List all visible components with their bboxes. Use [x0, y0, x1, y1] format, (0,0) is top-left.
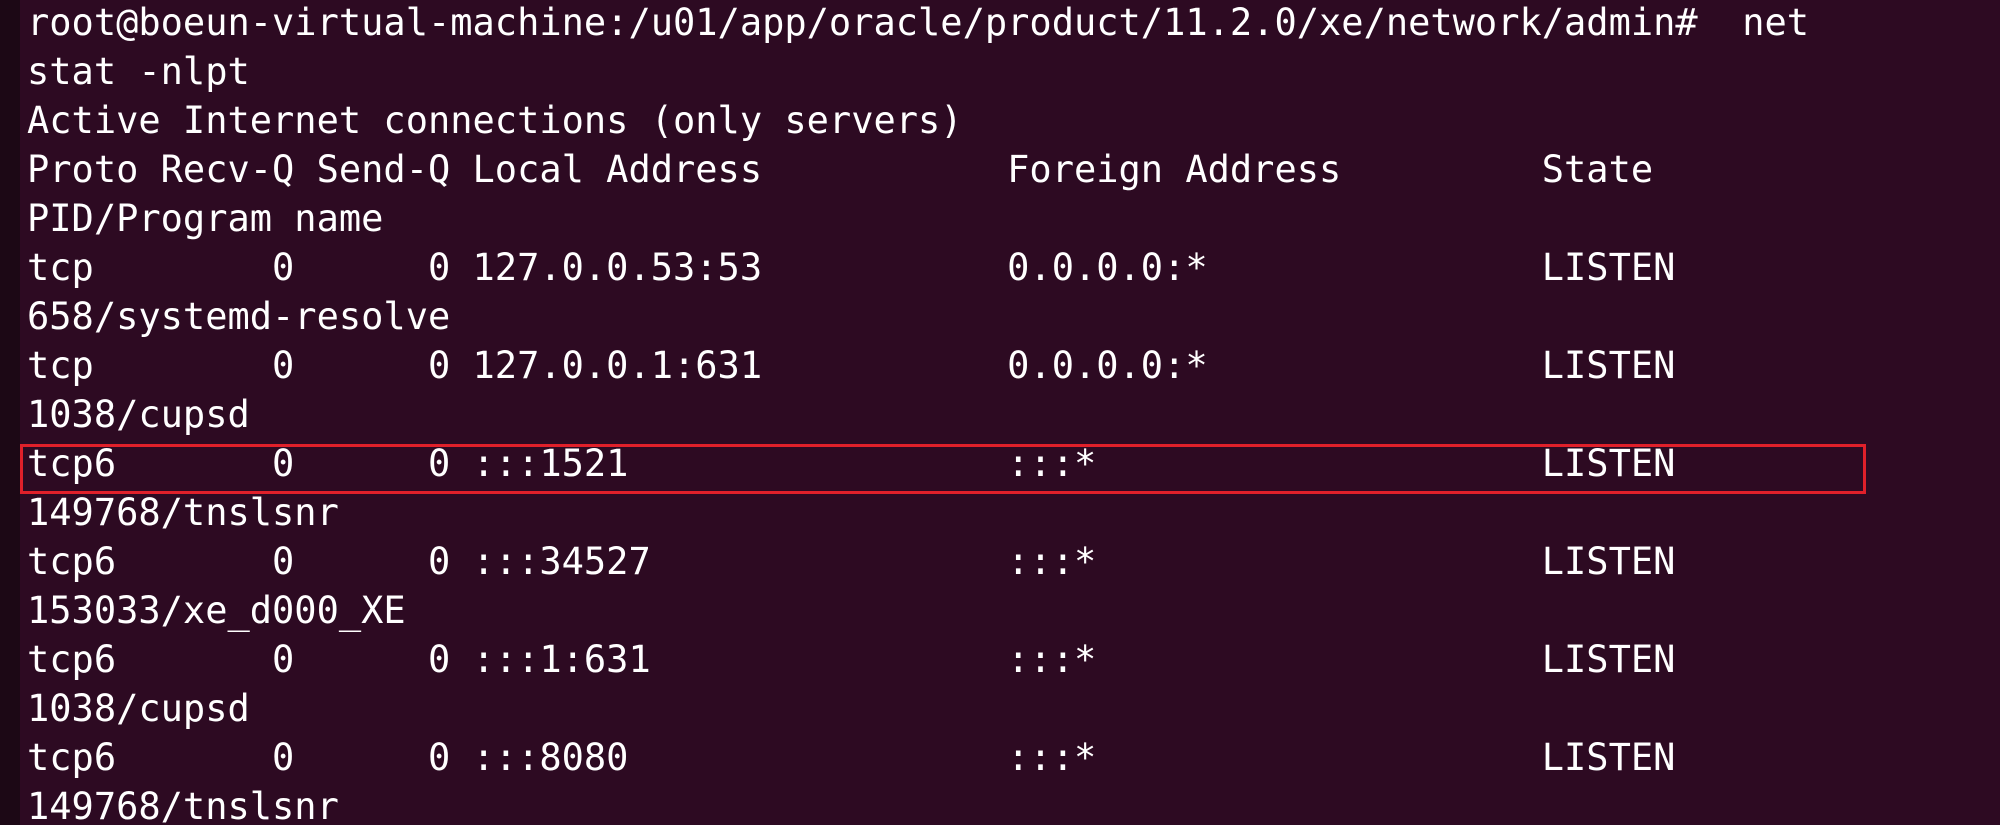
terminal-output[interactable]: root@boeun-virtual-machine:/u01/app/orac… — [27, 0, 2000, 825]
prompt-command-line: root@boeun-virtual-machine:/u01/app/orac… — [27, 1, 1810, 44]
window-left-edge — [0, 0, 20, 825]
terminal-window[interactable]: root@boeun-virtual-machine:/u01/app/orac… — [0, 0, 2000, 825]
connection-row: tcp6 0 0 :::34527 :::* LISTEN — [27, 540, 1676, 583]
connection-row: tcp6 0 0 :::8080 :::* LISTEN — [27, 736, 1676, 779]
connection-program: 1038/cupsd — [27, 687, 250, 730]
connection-program: 149768/tnslsnr — [27, 785, 339, 825]
connection-row: tcp 0 0 127.0.0.53:53 0.0.0.0:* LISTEN — [27, 246, 1676, 289]
connection-program: 149768/tnslsnr — [27, 491, 339, 534]
command-continuation-line: stat -nlpt — [27, 50, 250, 93]
table-header: Proto Recv-Q Send-Q Local Address Foreig… — [27, 148, 1654, 191]
red-highlight-box — [20, 444, 1866, 494]
table-header-continuation: PID/Program name — [27, 197, 384, 240]
connection-row: tcp6 0 0 :::1:631 :::* LISTEN — [27, 638, 1676, 681]
connection-program: 658/systemd-resolve — [27, 295, 451, 338]
output-heading: Active Internet connections (only server… — [27, 99, 963, 142]
connection-program: 153033/xe_d000_XE — [27, 589, 406, 632]
connection-program: 1038/cupsd — [27, 393, 250, 436]
connection-row: tcp 0 0 127.0.0.1:631 0.0.0.0:* LISTEN — [27, 344, 1676, 387]
